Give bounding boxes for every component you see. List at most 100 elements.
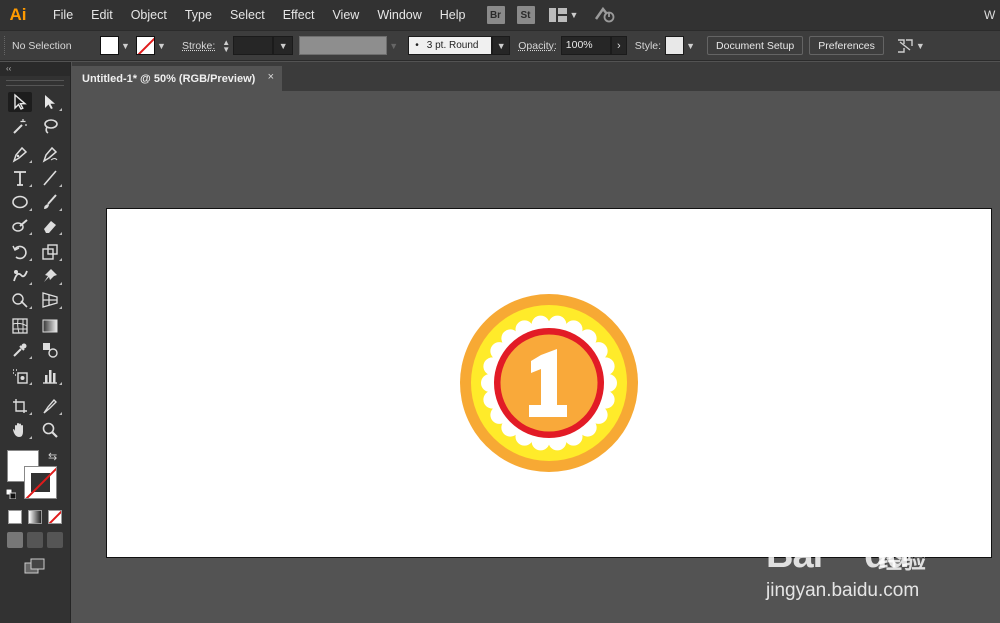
magic-wand-icon bbox=[13, 119, 27, 134]
opacity-label[interactable]: Opacity: bbox=[518, 40, 557, 52]
symbol-sprayer-tool[interactable] bbox=[8, 366, 32, 386]
menu-effect[interactable]: Effect bbox=[274, 0, 324, 30]
mesh-tool[interactable] bbox=[8, 316, 32, 336]
slice-tool[interactable] bbox=[38, 396, 62, 416]
close-icon[interactable]: × bbox=[268, 71, 274, 83]
direct-selection-tool[interactable] bbox=[38, 92, 62, 112]
opacity-input[interactable]: 100% bbox=[560, 36, 611, 55]
artboard-icon bbox=[13, 399, 27, 413]
color-mode-row bbox=[8, 510, 62, 524]
puppet-warp-tool[interactable] bbox=[38, 266, 62, 286]
artboard-tool[interactable] bbox=[8, 396, 32, 416]
workspace-label[interactable]: W bbox=[984, 0, 1000, 30]
chevron-down-icon: ▼ bbox=[569, 10, 579, 20]
chevron-down-icon[interactable]: ▼ bbox=[684, 36, 697, 55]
menu-file[interactable]: File bbox=[44, 0, 82, 30]
draw-inside-button[interactable] bbox=[47, 532, 63, 548]
eraser-tool[interactable] bbox=[38, 216, 62, 236]
pen-tool[interactable] bbox=[8, 144, 32, 164]
paintbrush-tool[interactable] bbox=[38, 192, 62, 212]
eraser-icon bbox=[44, 221, 56, 233]
workspace-switcher[interactable]: ▼ bbox=[548, 8, 579, 22]
rotate-tool[interactable] bbox=[8, 242, 32, 262]
control-bar: No Selection ▼ ▼ Stroke: ▲ ▼ ▼ ▼ • 3 pt. … bbox=[0, 30, 1000, 61]
hand-icon bbox=[13, 423, 23, 437]
stock-button[interactable]: St bbox=[516, 6, 535, 24]
medal-artwork[interactable] bbox=[459, 293, 639, 473]
symbol-sprayer-icon bbox=[13, 369, 28, 384]
menu-select[interactable]: Select bbox=[221, 0, 274, 30]
lasso-icon bbox=[44, 119, 58, 134]
zoom-tool[interactable] bbox=[38, 420, 62, 440]
stroke-label[interactable]: Stroke: bbox=[182, 40, 215, 52]
shaper-tool[interactable] bbox=[8, 216, 32, 236]
menu-object[interactable]: Object bbox=[122, 0, 176, 30]
graphic-style-swatch[interactable] bbox=[665, 36, 685, 55]
curvature-tool[interactable] bbox=[38, 144, 62, 164]
none-mode-button[interactable] bbox=[48, 510, 62, 524]
draw-behind-button[interactable] bbox=[27, 532, 43, 548]
stroke-weight-input[interactable] bbox=[233, 36, 274, 55]
preferences-button[interactable]: Preferences bbox=[809, 36, 884, 55]
drawing-mode-row bbox=[7, 532, 63, 548]
arrange-documents-icon[interactable]: ▼ bbox=[896, 38, 925, 54]
swap-fill-stroke-icon[interactable]: ⇆ bbox=[48, 450, 57, 463]
opacity-expand-button[interactable]: › bbox=[610, 36, 627, 55]
gradient-tool[interactable] bbox=[38, 316, 62, 336]
menu-type[interactable]: Type bbox=[176, 0, 221, 30]
artboard[interactable] bbox=[106, 208, 992, 558]
line-segment-tool[interactable] bbox=[38, 168, 62, 188]
scale-tool[interactable] bbox=[38, 242, 62, 262]
gradient-mode-button[interactable] bbox=[28, 510, 42, 524]
menu-window[interactable]: Window bbox=[368, 0, 430, 30]
magic-wand-tool[interactable] bbox=[8, 116, 32, 136]
shape-builder-tool[interactable] bbox=[8, 290, 32, 310]
type-tool[interactable] bbox=[8, 168, 32, 188]
panel-collapse-button[interactable]: ‹‹ bbox=[0, 62, 70, 76]
blend-tool[interactable] bbox=[38, 340, 62, 360]
bridge-button[interactable]: Br bbox=[486, 6, 505, 24]
stroke-weight-dropdown[interactable]: ▼ bbox=[273, 36, 294, 55]
document-setup-button[interactable]: Document Setup bbox=[707, 36, 804, 55]
lasso-tool[interactable] bbox=[38, 116, 62, 136]
document-tab[interactable]: Untitled-1* @ 50% (RGB/Preview) × bbox=[72, 66, 282, 91]
warp-tool[interactable] bbox=[8, 266, 32, 286]
column-graph-tool[interactable] bbox=[38, 366, 62, 386]
direct-selection-arrow-icon bbox=[45, 95, 55, 109]
color-mode-button[interactable] bbox=[8, 510, 22, 524]
workspace-layout-icon bbox=[548, 8, 567, 22]
panel-grip[interactable] bbox=[6, 80, 64, 86]
style-label: Style: bbox=[634, 39, 662, 52]
variable-width-profile[interactable] bbox=[299, 36, 388, 55]
fill-swatch[interactable] bbox=[100, 36, 119, 55]
line-icon bbox=[43, 170, 57, 186]
document-tab-title: Untitled-1* @ 50% (RGB/Preview) bbox=[82, 72, 256, 85]
mesh-icon bbox=[12, 318, 28, 334]
screen-mode-button[interactable] bbox=[24, 558, 46, 577]
menu-view[interactable]: View bbox=[323, 0, 368, 30]
perspective-grid-tool[interactable] bbox=[38, 290, 62, 310]
warp-icon bbox=[13, 270, 28, 282]
shaper-icon bbox=[12, 219, 28, 232]
stroke-color-box[interactable] bbox=[24, 466, 57, 499]
eyedropper-tool[interactable] bbox=[8, 340, 32, 360]
brush-definition[interactable]: • 3 pt. Round bbox=[408, 36, 493, 55]
stroke-weight-stepper[interactable]: ▲ ▼ bbox=[219, 36, 233, 55]
ellipse-tool[interactable] bbox=[8, 192, 32, 212]
chevron-down-icon[interactable]: ▼ bbox=[119, 36, 132, 55]
gpu-performance-icon[interactable] bbox=[594, 5, 616, 26]
selection-tool[interactable] bbox=[8, 92, 32, 112]
chevron-down-icon[interactable]: ▼ bbox=[155, 36, 168, 55]
stroke-swatch[interactable] bbox=[136, 36, 155, 55]
default-fill-stroke-icon[interactable] bbox=[5, 488, 17, 500]
menu-edit[interactable]: Edit bbox=[82, 0, 122, 30]
menu-help[interactable]: Help bbox=[431, 0, 475, 30]
brush-dropdown[interactable]: ▼ bbox=[492, 36, 511, 55]
hand-tool[interactable] bbox=[8, 420, 32, 440]
pen-icon bbox=[12, 146, 28, 163]
bar-graph-icon bbox=[43, 370, 57, 384]
draw-normal-button[interactable] bbox=[7, 532, 23, 548]
app-logo: Ai bbox=[9, 5, 27, 24]
watermark-chinese: 经验 bbox=[878, 546, 926, 574]
menu-bar: Ai File Edit Object Type Select Effect V… bbox=[0, 0, 1000, 30]
